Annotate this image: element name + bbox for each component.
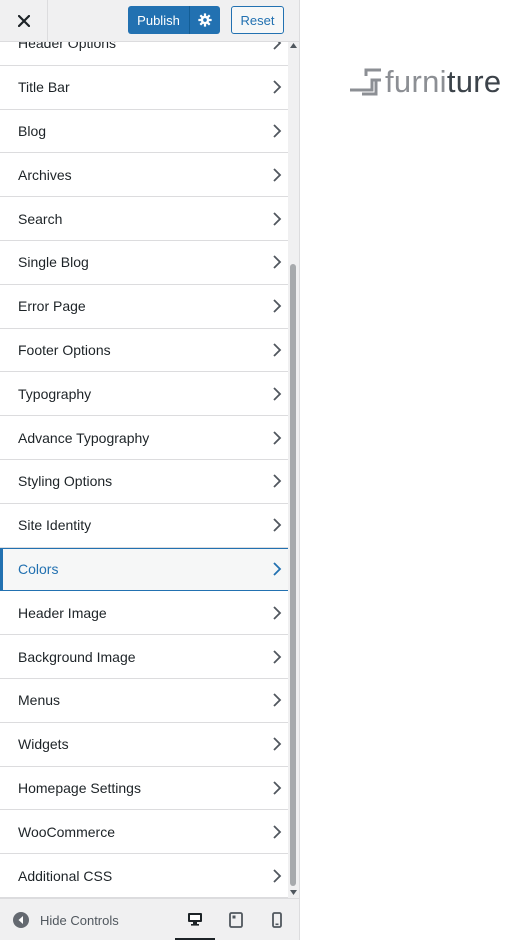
- chevron-right-icon: [273, 781, 282, 795]
- menu-item-label: Archives: [18, 166, 72, 183]
- menu-item-label: Header Options: [18, 42, 117, 52]
- menu-item-additional-css[interactable]: Additional CSS: [0, 854, 288, 898]
- site-logo: furniture: [350, 64, 501, 100]
- device-desktop-button[interactable]: [175, 899, 215, 940]
- customizer-footer: Hide Controls: [0, 898, 299, 940]
- customizer-panel-list: Header Options Title Bar Blog Archives Searc…: [0, 42, 288, 898]
- menu-item-footer-options[interactable]: Footer Options: [0, 328, 288, 373]
- chevron-right-icon: [273, 430, 282, 445]
- menu-item-label: Typography: [18, 385, 92, 402]
- customizer-header: Publish Reset: [0, 0, 299, 42]
- chevron-right-icon: [273, 693, 282, 707]
- menu-item-label: Site Identity: [18, 517, 92, 534]
- chevron-right-icon: [273, 562, 282, 577]
- panel-scrollbar[interactable]: [288, 42, 299, 898]
- menu-item-label: Advance Typography: [18, 429, 150, 446]
- chevron-right-icon: [273, 649, 282, 664]
- menu-item-advance-typography[interactable]: Advance Typography: [0, 416, 288, 460]
- chevron-right-icon: [273, 211, 282, 226]
- logo-wordmark: furniture: [385, 64, 501, 100]
- menu-item-header-image[interactable]: Header Image: [0, 591, 288, 636]
- menu-item-error-page[interactable]: Error Page: [0, 284, 288, 329]
- publish-settings-button[interactable]: [190, 6, 220, 34]
- hide-controls-label: Hide Controls: [40, 912, 119, 928]
- logo-text-part1: furni: [385, 64, 447, 99]
- menu-item-label: Search: [18, 210, 63, 227]
- chevron-right-icon: [273, 124, 282, 138]
- logo-text-part2: ture: [446, 64, 502, 99]
- menu-item-label: Colors: [18, 561, 59, 578]
- menu-item-archives[interactable]: Archives: [0, 153, 288, 198]
- menu-item-label: WooCommerce: [18, 823, 115, 840]
- chevron-right-icon: [273, 80, 282, 94]
- menu-item-widgets[interactable]: Widgets: [0, 722, 288, 767]
- reset-button[interactable]: Reset: [231, 6, 284, 34]
- close-button[interactable]: [0, 0, 48, 41]
- chevron-right-icon: [273, 474, 282, 488]
- menu-item-label: Footer Options: [18, 341, 111, 358]
- chevron-right-icon: [273, 42, 282, 51]
- menu-item-colors[interactable]: Colors: [0, 547, 288, 592]
- mobile-icon: [272, 912, 282, 928]
- section-menu: Header Options Title Bar Blog Archives Searc…: [0, 42, 288, 898]
- desktop-icon: [188, 912, 202, 926]
- chevron-right-icon: [273, 737, 282, 751]
- scrollbar-thumb[interactable]: [290, 264, 296, 886]
- menu-item-woocommerce[interactable]: WooCommerce: [0, 810, 288, 855]
- customizer-sidebar: Publish Reset Header Options Title Bar B…: [0, 0, 300, 940]
- menu-item-title-bar[interactable]: Title Bar: [0, 65, 288, 110]
- chevron-right-icon: [273, 606, 282, 620]
- menu-item-label: Homepage Settings: [18, 779, 141, 796]
- chevron-right-icon: [273, 299, 282, 313]
- menu-item-label: Title Bar: [18, 79, 70, 96]
- hide-controls-button[interactable]: Hide Controls: [12, 911, 119, 929]
- chevron-right-icon: [273, 255, 282, 270]
- menu-item-label: Single Blog: [18, 254, 89, 271]
- gear-icon: [198, 13, 212, 27]
- close-icon: [17, 14, 30, 27]
- arrow-left-circle-icon: [13, 912, 29, 928]
- chevron-right-icon: [273, 343, 282, 357]
- scroll-up-arrow-icon[interactable]: [289, 42, 298, 50]
- menu-item-label: Header Image: [18, 604, 107, 621]
- menu-item-site-identity[interactable]: Site Identity: [0, 503, 288, 548]
- publish-group: Publish: [128, 6, 220, 34]
- chevron-right-icon: [273, 387, 282, 401]
- menu-item-label: Styling Options: [18, 473, 113, 490]
- menu-item-label: Additional CSS: [18, 867, 113, 884]
- menu-item-background-image[interactable]: Background Image: [0, 635, 288, 679]
- menu-item-typography[interactable]: Typography: [0, 372, 288, 417]
- menu-item-single-blog[interactable]: Single Blog: [0, 240, 288, 285]
- scroll-down-arrow-icon[interactable]: [289, 888, 298, 896]
- chevron-right-icon: [273, 825, 282, 839]
- menu-item-label: Error Page: [18, 298, 86, 315]
- menu-item-header-options[interactable]: Header Options: [0, 42, 288, 66]
- chevron-right-icon: [273, 518, 282, 532]
- menu-item-label: Background Image: [18, 648, 136, 665]
- stairs-logo-icon: [350, 68, 381, 96]
- menu-item-label: Menus: [18, 692, 61, 709]
- chevron-right-icon: [273, 168, 282, 182]
- device-tablet-button[interactable]: [216, 899, 256, 940]
- menu-item-label: Widgets: [18, 736, 69, 753]
- tablet-icon: [229, 912, 243, 928]
- menu-item-menus[interactable]: Menus: [0, 678, 288, 723]
- menu-item-styling-options[interactable]: Styling Options: [0, 459, 288, 504]
- menu-item-homepage-settings[interactable]: Homepage Settings: [0, 766, 288, 811]
- menu-item-label: Blog: [18, 122, 47, 139]
- chevron-right-icon: [273, 868, 282, 883]
- publish-button[interactable]: Publish: [128, 6, 190, 34]
- menu-item-blog[interactable]: Blog: [0, 109, 288, 154]
- menu-item-search[interactable]: Search: [0, 197, 288, 241]
- device-mobile-button[interactable]: [257, 899, 297, 940]
